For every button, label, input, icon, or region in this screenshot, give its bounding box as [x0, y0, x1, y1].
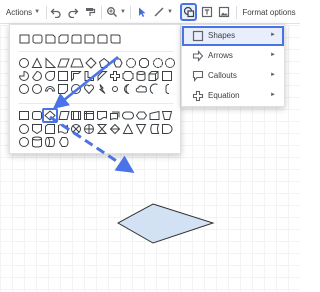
shape-button[interactable]: [181, 0, 196, 24]
toolbar-divider: [46, 6, 47, 19]
actions-label: Actions: [5, 7, 33, 17]
undo-button[interactable]: [49, 0, 63, 24]
menu-item-label: Equation: [208, 91, 240, 100]
shape-flow-display[interactable]: [58, 137, 69, 147]
zoom-button[interactable]: ▼: [105, 0, 127, 24]
shape-flow-manual-operation[interactable]: [161, 111, 173, 120]
chevron-right-icon: ►: [270, 92, 276, 98]
shape-flow-direct-access[interactable]: [45, 136, 55, 147]
toolbar-divider: [101, 6, 102, 19]
shape-flow-delay[interactable]: [162, 124, 173, 134]
select-arrow-icon: [139, 7, 146, 17]
paint-format-icon: [86, 8, 96, 16]
paint-format-button[interactable]: [83, 0, 97, 24]
shape-flow-stored-data[interactable]: [150, 124, 160, 134]
shape-flow-document[interactable]: [97, 111, 107, 120]
chevron-down-icon: ▼: [34, 9, 41, 15]
shape-flow-terminator[interactable]: [122, 111, 134, 120]
square-icon: [192, 30, 204, 42]
plus-icon: [192, 90, 204, 102]
redo-button[interactable]: [66, 0, 80, 24]
shape-flow-alternate[interactable]: [32, 111, 42, 120]
shape-flow-multidocument[interactable]: [110, 111, 120, 121]
shape-flow-sort[interactable]: [109, 123, 121, 135]
shape-flow-process[interactable]: [19, 111, 29, 120]
toolbar-divider: [236, 6, 237, 19]
menu-item-equation[interactable]: Equation ►: [182, 86, 284, 106]
shape-flow-predefined[interactable]: [71, 111, 81, 120]
shape-icon: [183, 6, 194, 18]
shape-flow-data[interactable]: [58, 111, 70, 120]
line-icon: [154, 7, 164, 17]
shape-flow-summing[interactable]: [72, 125, 80, 133]
redo-icon: [68, 8, 79, 18]
shape-flow-punched-tape[interactable]: [58, 124, 68, 134]
format-options-button[interactable]: Format options: [240, 0, 298, 24]
shape-flow-internal-storage[interactable]: [84, 111, 94, 120]
shape-flow-merge[interactable]: [135, 124, 147, 135]
shapes-gallery: [9, 24, 181, 154]
shape-flow-card[interactable]: [45, 124, 55, 134]
shape-type-menu: Shapes ► Arrows ► Callouts ► Equation ►: [181, 24, 285, 107]
line-button[interactable]: ▼: [152, 0, 174, 24]
menu-item-arrows[interactable]: Arrows ►: [182, 46, 284, 66]
text-box-button[interactable]: [200, 0, 214, 24]
arrow-right-icon: [192, 50, 204, 62]
shape-flow-connector[interactable]: [19, 124, 29, 134]
toolbar-divider: [130, 6, 131, 19]
select-button[interactable]: [135, 0, 149, 24]
actions-menu-button[interactable]: Actions ▼: [4, 0, 42, 24]
menu-item-shapes[interactable]: Shapes ►: [182, 26, 284, 46]
chevron-right-icon: ►: [270, 72, 276, 78]
menu-item-label: Callouts: [208, 71, 237, 80]
toolbar: Actions ▼ ▼ ▼ Format options: [0, 0, 300, 24]
shape-flow-preparation[interactable]: [135, 111, 148, 120]
highlighted-shape-outline: [42, 108, 58, 123]
diamond-shape[interactable]: [116, 203, 215, 244]
shape-flow-offpage[interactable]: [32, 124, 42, 135]
menu-item-callouts[interactable]: Callouts ►: [182, 66, 284, 86]
chevron-down-icon: ▼: [167, 9, 173, 15]
chevron-right-icon: ►: [270, 52, 276, 58]
drawing-editor: Actions ▼ ▼ ▼ Format options Shapes ► Ar…: [0, 0, 300, 292]
menu-item-label: Shapes: [208, 31, 236, 40]
shape-flow-manual-input[interactable]: [149, 110, 160, 120]
callout-icon: [192, 70, 204, 82]
image-icon: [218, 6, 230, 18]
undo-icon: [50, 8, 61, 18]
shape-flow-sequential[interactable]: [19, 137, 29, 147]
chevron-right-icon: ►: [270, 32, 276, 38]
shape-flow-collate[interactable]: [96, 124, 108, 134]
shape-flow-extract[interactable]: [122, 123, 134, 134]
chevron-down-icon: ▼: [120, 9, 126, 15]
image-button[interactable]: [217, 0, 231, 24]
flowchart-shapes-grid: [19, 110, 173, 148]
text-box-icon: [201, 6, 213, 18]
menu-item-label: Arrows: [208, 51, 233, 60]
zoom-icon: [107, 7, 118, 17]
shape-flow-magnetic-disk[interactable]: [31, 136, 42, 148]
format-options-label: Format options: [242, 7, 296, 17]
